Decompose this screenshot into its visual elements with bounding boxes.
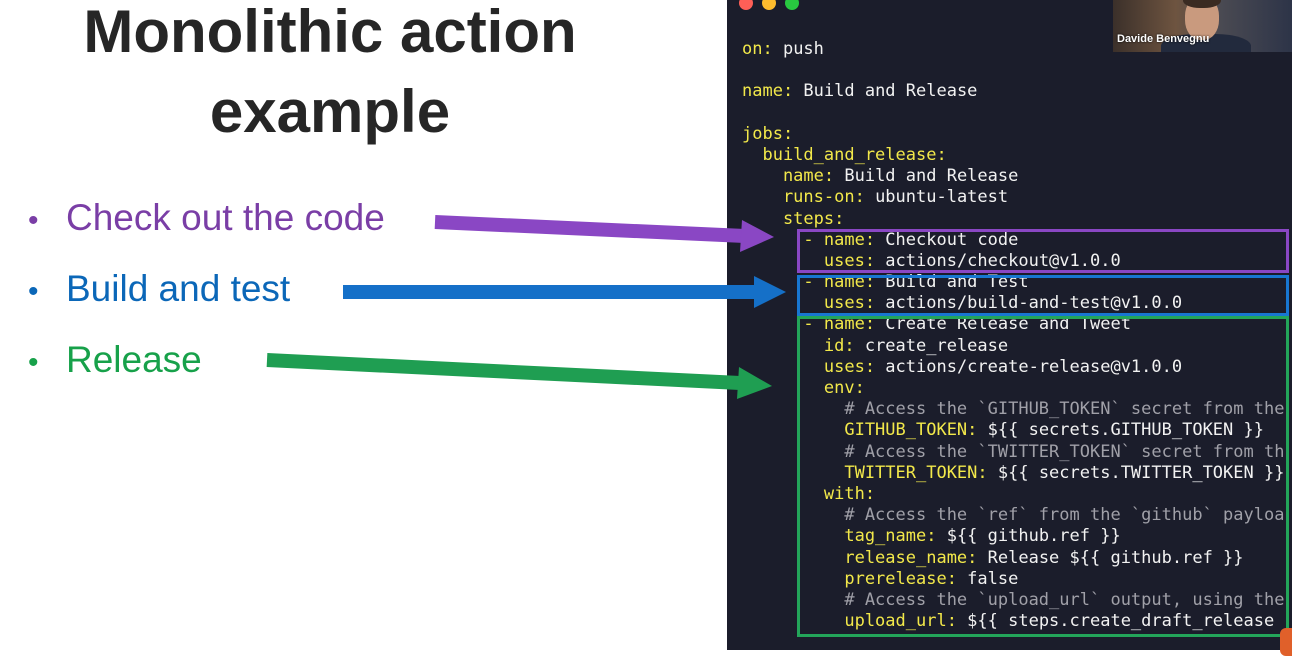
presenter-name-label: Davide Benvegnu	[1117, 33, 1210, 45]
arrow-build-test	[343, 276, 786, 308]
arrow-release	[266, 353, 772, 399]
presenter-webcam: Davide Benvegnu	[1113, 0, 1292, 52]
arrow-checkout	[434, 215, 774, 252]
arrow-layer	[266, 215, 786, 399]
corner-app-icon[interactable]	[1280, 628, 1292, 656]
